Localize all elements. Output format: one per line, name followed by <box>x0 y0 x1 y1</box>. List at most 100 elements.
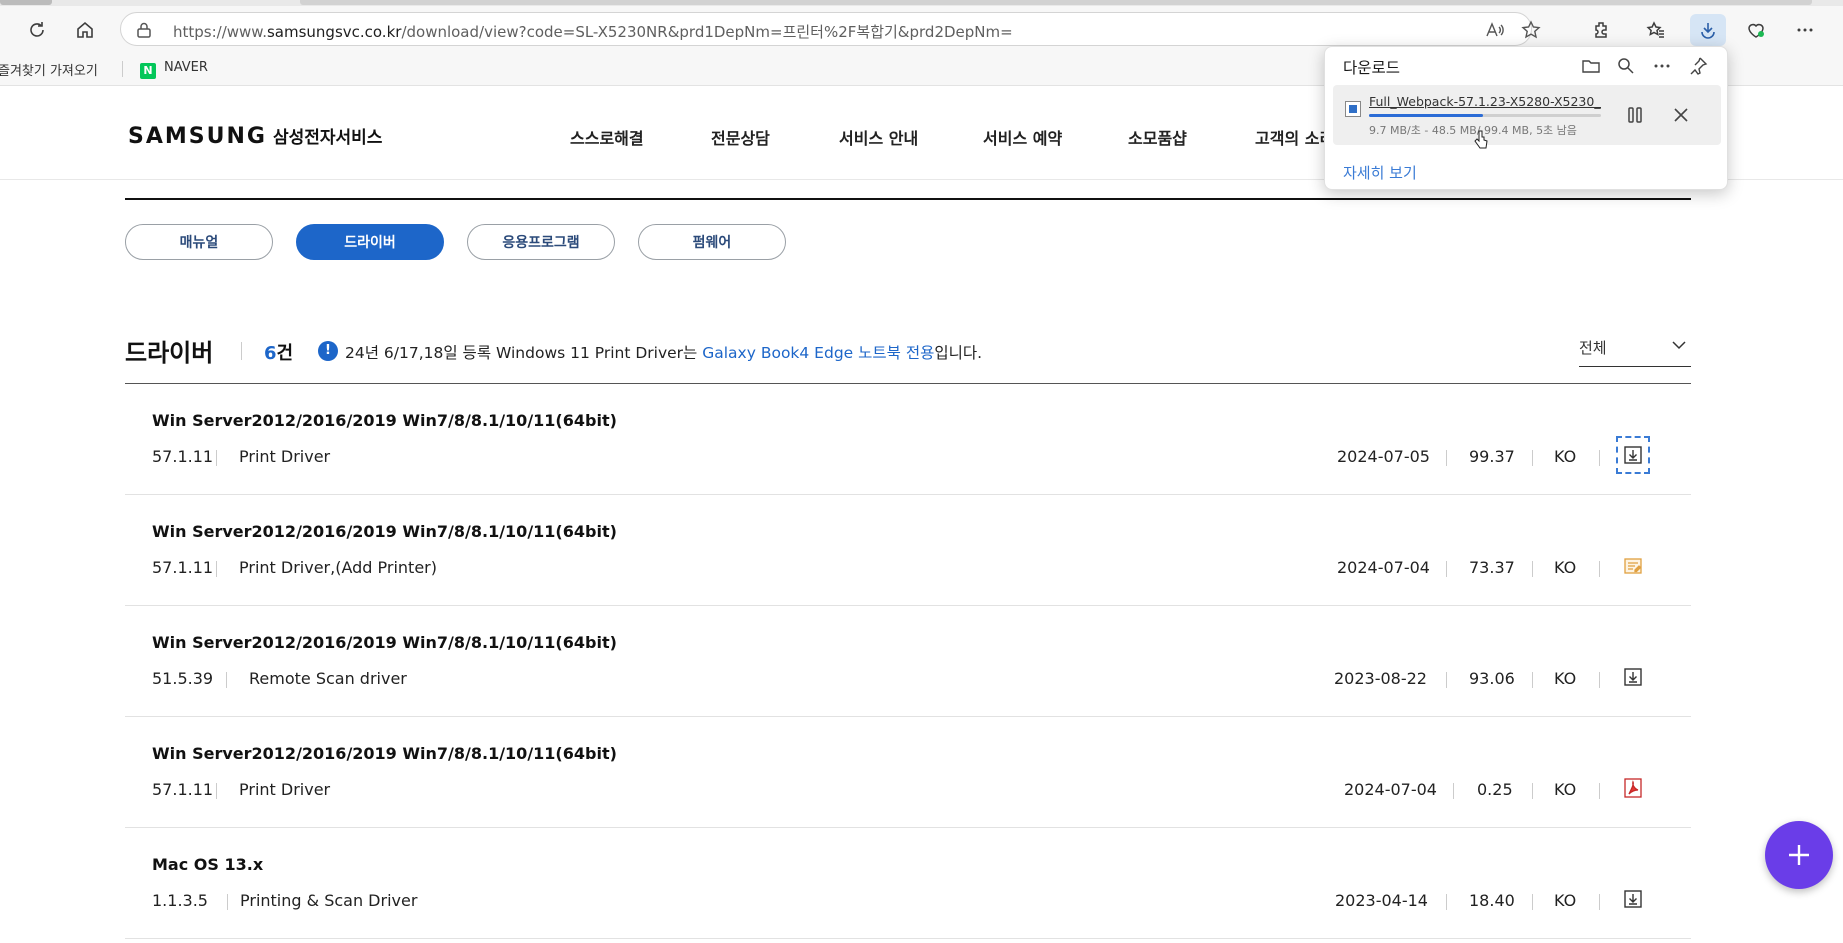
close-icon[interactable] <box>1669 103 1693 127</box>
search-icon[interactable] <box>1615 55 1637 77</box>
notice-suffix: 입니다. <box>934 344 983 362</box>
divider <box>1599 561 1600 577</box>
download-icon[interactable] <box>1620 884 1646 914</box>
driver-description: Print Driver,(Add Printer) <box>239 558 437 577</box>
notice-prefix: 24년 6/17,18일 등록 Windows 11 Print Driver는 <box>345 344 703 362</box>
lock-icon[interactable] <box>135 21 153 39</box>
title-divider <box>241 342 242 360</box>
open-folder-icon[interactable] <box>1580 55 1602 77</box>
download-file-name[interactable]: Full_Webpack-57.1.23-X5280-X5230_F <box>1369 94 1601 109</box>
download-item[interactable]: Full_Webpack-57.1.23-X5280-X5230_F 9.7 M… <box>1333 85 1721 145</box>
driver-date: 2024-07-04 <box>1344 780 1437 799</box>
naver-logo-icon: N <box>140 63 156 79</box>
url-text[interactable]: https://www.samsungsvc.co.kr/download/vi… <box>173 21 1013 42</box>
tab-handle[interactable] <box>300 0 1812 5</box>
driver-date: 2024-07-05 <box>1337 447 1430 466</box>
divider <box>1599 894 1600 910</box>
divider <box>1532 450 1533 466</box>
home-icon[interactable] <box>69 14 101 46</box>
extensions-icon[interactable] <box>1585 14 1617 46</box>
bookmark-naver[interactable]: N NAVER <box>140 60 208 79</box>
tab-manual[interactable]: 매뉴얼 <box>125 224 273 260</box>
nav-expert-consult[interactable]: 전문상담 <box>711 125 770 149</box>
downloads-panel-title: 다운로드 <box>1343 59 1401 77</box>
divider <box>1532 672 1533 688</box>
driver-version: 57.1.11 <box>152 558 214 577</box>
file-icon <box>1345 101 1361 117</box>
refresh-icon[interactable] <box>21 14 53 46</box>
nav-customer-voice[interactable]: 고객의 소리 <box>1255 125 1334 149</box>
bookmark-import-favorites[interactable]: 즐겨찾기 가져오기 <box>0 60 98 79</box>
tab-application[interactable]: 응용프로그램 <box>467 224 615 260</box>
driver-date: 2024-07-04 <box>1337 558 1430 577</box>
driver-os: Mac OS 13.x <box>152 855 264 874</box>
divider <box>1599 783 1600 799</box>
divider <box>1532 561 1533 577</box>
driver-version: 51.5.39 <box>152 669 214 688</box>
pause-icon[interactable] <box>1623 103 1647 127</box>
divider <box>226 672 227 688</box>
tab-firmware[interactable]: 펌웨어 <box>638 224 786 260</box>
bookmark-naver-label: NAVER <box>164 60 208 75</box>
download-status: 9.7 MB/초 - 48.5 MB/ 99.4 MB, 5초 남음 <box>1369 124 1577 137</box>
driver-description: Print Driver <box>239 780 331 799</box>
favorite-star-icon[interactable] <box>1520 19 1542 41</box>
filter-value: 전체 <box>1579 339 1607 357</box>
tab-driver[interactable]: 드라이버 <box>296 224 444 260</box>
divider <box>216 783 217 799</box>
divider <box>1446 894 1447 910</box>
downloads-icon[interactable] <box>1690 14 1726 46</box>
nav-self-solve[interactable]: 스스로해결 <box>570 125 644 149</box>
nav-consumables-shop[interactable]: 소모품샵 <box>1128 125 1187 149</box>
read-aloud-icon[interactable] <box>1483 19 1505 41</box>
driver-description: Print Driver <box>239 447 331 466</box>
more-options-icon[interactable] <box>1651 55 1673 77</box>
samsung-logo[interactable]: SAMSUNG 삼성전자서비스 <box>128 123 382 149</box>
nav-service-booking[interactable]: 서비스 예약 <box>983 125 1062 149</box>
floating-add-button[interactable] <box>1765 821 1833 889</box>
driver-version: 1.1.3.5 <box>152 891 208 910</box>
notice-text: 24년 6/17,18일 등록 Windows 11 Print Driver는… <box>345 341 982 363</box>
count-number: 6 <box>264 343 277 364</box>
download-icon[interactable] <box>1620 662 1646 692</box>
hand-cursor-icon <box>1474 130 1488 149</box>
favorites-icon[interactable] <box>1640 14 1672 46</box>
bookmark-divider <box>122 61 123 77</box>
driver-os: Win Server2012/2016/2019 Win7/8/8.1/10/1… <box>152 744 617 763</box>
download-progress-bar <box>1369 114 1601 117</box>
driver-language: KO <box>1554 558 1577 577</box>
driver-language: KO <box>1554 780 1577 799</box>
chevron-down-icon <box>1672 341 1686 350</box>
divider <box>1446 672 1447 688</box>
section-divider <box>125 198 1691 200</box>
browser-essentials-icon[interactable] <box>1740 14 1772 46</box>
download-progress-fill <box>1369 114 1483 117</box>
divider <box>216 450 217 466</box>
notice-link[interactable]: Galaxy Book4 Edge 노트북 전용 <box>702 344 934 362</box>
divider <box>1446 450 1447 466</box>
driver-row: Win Server2012/2016/2019 Win7/8/8.1/10/1… <box>125 606 1691 717</box>
more-menu-icon[interactable] <box>1789 14 1821 46</box>
document-icon[interactable] <box>1620 551 1646 581</box>
pin-icon[interactable] <box>1687 55 1709 77</box>
driver-description: Remote Scan driver <box>249 669 407 688</box>
filter-select[interactable]: 전체 <box>1579 333 1691 367</box>
see-more-link[interactable]: 자세히 보기 <box>1343 162 1417 183</box>
info-icon: ! <box>318 341 338 361</box>
divider <box>1532 894 1533 910</box>
nav-service-info[interactable]: 서비스 안내 <box>839 125 918 149</box>
driver-os: Win Server2012/2016/2019 Win7/8/8.1/10/1… <box>152 522 617 541</box>
pdf-icon[interactable] <box>1620 773 1646 803</box>
address-bar[interactable]: https://www.samsungsvc.co.kr/download/vi… <box>120 12 1541 46</box>
driver-row: Win Server2012/2016/2019 Win7/8/8.1/10/1… <box>125 384 1691 495</box>
driver-language: KO <box>1554 891 1577 910</box>
downloads-panel: 다운로드 Full_Webpack-57.1.23-X5280-X5230_F … <box>1324 46 1728 190</box>
tab-handle[interactable] <box>0 0 52 5</box>
driver-os: Win Server2012/2016/2019 Win7/8/8.1/10/1… <box>152 633 617 652</box>
driver-version: 57.1.11 <box>152 447 214 466</box>
driver-row: Win Server2012/2016/2019 Win7/8/8.1/10/1… <box>125 495 1691 606</box>
driver-size: 73.37 <box>1469 558 1515 577</box>
divider <box>216 561 217 577</box>
download-icon[interactable] <box>1616 436 1650 474</box>
logo-text: SAMSUNG <box>128 124 267 149</box>
